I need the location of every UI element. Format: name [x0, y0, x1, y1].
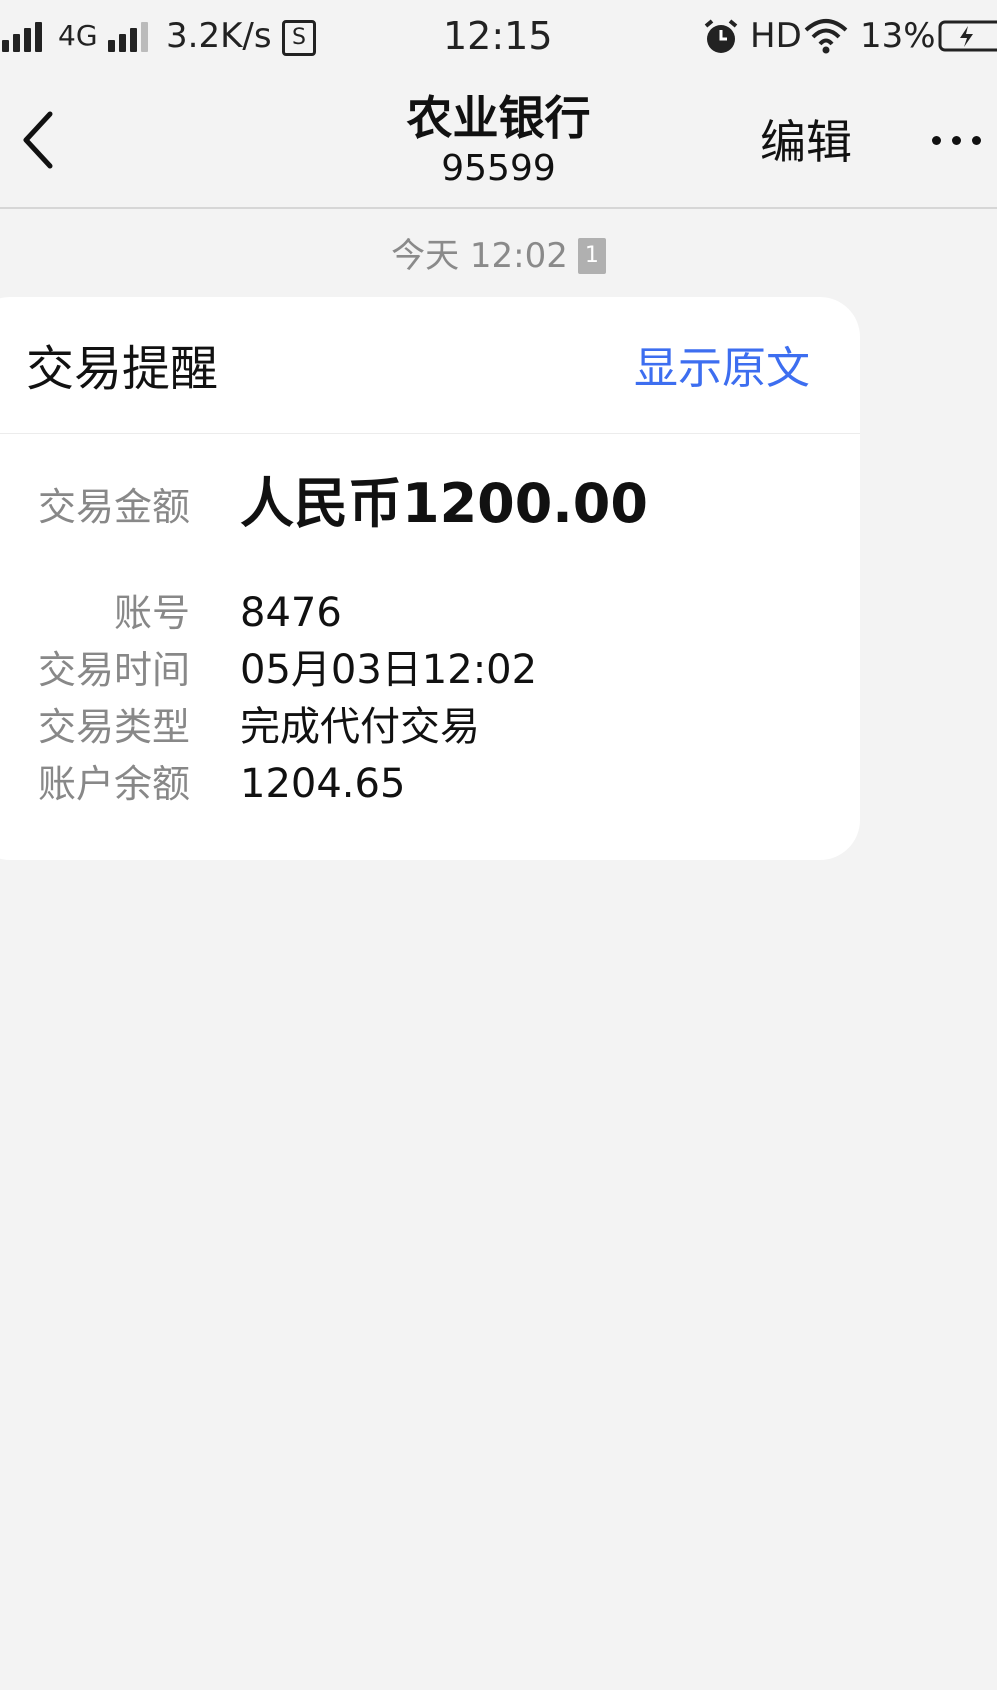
- account-value: 8476: [240, 590, 342, 636]
- amount-label: 交易金额: [37, 485, 190, 529]
- message-card[interactable]: 交易提醒 显示原文 交易金额 人民币1200.00 账号 8476 交易时间 0…: [0, 297, 860, 860]
- edit-button[interactable]: 编辑: [760, 114, 852, 170]
- transaction-type-label: 交易类型: [37, 705, 190, 749]
- transaction-time-value: 05月03日12:02: [240, 647, 538, 693]
- battery-icon: [938, 20, 997, 52]
- sim-icon: S: [282, 20, 316, 56]
- wifi-icon: [804, 19, 848, 54]
- transaction-type-value: 完成代付交易: [240, 704, 480, 750]
- alarm-icon: [704, 19, 738, 53]
- timestamp-text: 今天 12:02: [391, 236, 568, 276]
- hd-indicator: HD: [750, 16, 802, 56]
- network-type: 4G: [58, 19, 98, 52]
- balance-label: 账户余额: [37, 762, 190, 806]
- account-label: 账号: [113, 591, 190, 635]
- conversation-header: 农业银行 95599 编辑: [0, 76, 997, 209]
- amount-value: 人民币1200.00: [240, 472, 648, 535]
- signal-icon-2: [108, 22, 150, 52]
- message-timestamp: 今天 12:02 1: [0, 234, 997, 278]
- sim-card-icon: 1: [577, 237, 606, 274]
- card-divider: [0, 433, 860, 434]
- more-icon[interactable]: [928, 126, 988, 156]
- status-time: 12:15: [443, 14, 553, 58]
- balance-value: 1204.65: [240, 761, 406, 807]
- card-title: 交易提醒: [26, 341, 219, 397]
- status-bar: 4G 3.2K/s S 12:15 HD 13%: [0, 0, 997, 76]
- signal-icon: [2, 22, 44, 52]
- show-original-link[interactable]: 显示原文: [634, 339, 810, 399]
- network-speed: 3.2K/s: [166, 16, 272, 56]
- transaction-time-label: 交易时间: [37, 648, 190, 692]
- battery-percent: 13%: [860, 16, 936, 56]
